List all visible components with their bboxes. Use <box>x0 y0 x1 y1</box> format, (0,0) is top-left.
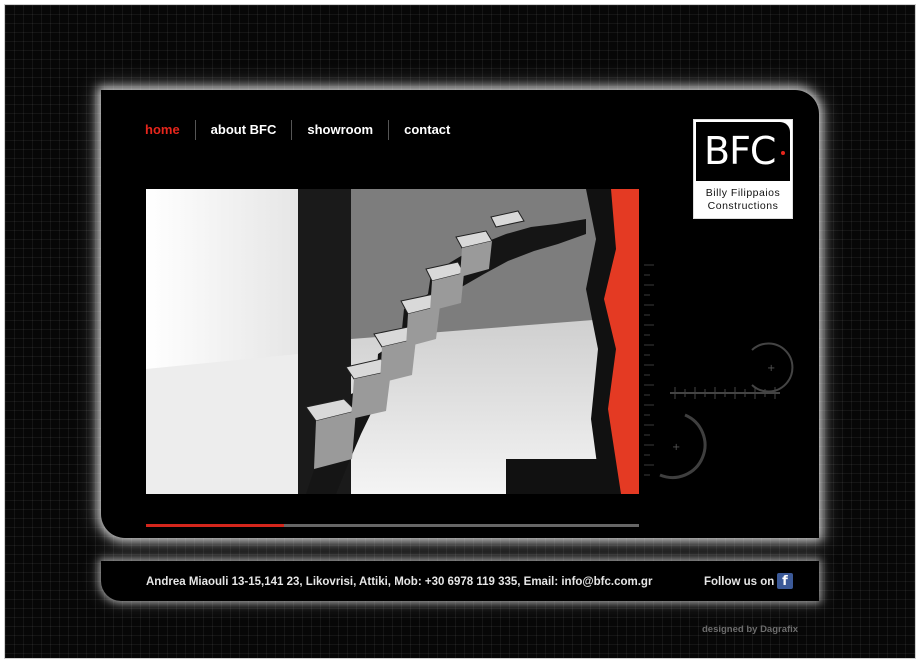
logo-mark-box: BFC <box>696 122 790 181</box>
logo-tagline: Billy Filippaios Constructions <box>694 187 792 213</box>
main-nav: home about BFC showroom contact <box>145 119 465 141</box>
facebook-icon[interactable]: f <box>777 573 793 589</box>
logo-tagline-line2: Constructions <box>707 200 779 212</box>
footer-address: Andrea Miaouli 13-15,141 23, Likovrisi, … <box>146 576 653 588</box>
follow-us-label: Follow us on <box>704 576 775 588</box>
logo-tagline-line1: Billy Filippaios <box>705 187 781 199</box>
logo-mark: BFC <box>704 129 776 173</box>
nav-home[interactable]: home <box>145 120 195 140</box>
slideshow-image[interactable] <box>146 189 639 494</box>
designer-credit[interactable]: designed by Dagrafix <box>702 624 798 635</box>
slideshow-progress <box>146 524 639 527</box>
svg-text:+: + <box>672 442 680 453</box>
nav-contact[interactable]: contact <box>388 120 465 140</box>
nav-showroom[interactable]: showroom <box>291 120 388 140</box>
bfc-logo[interactable]: BFC Billy Filippaios Constructions <box>693 119 793 219</box>
svg-text:+: + <box>767 363 775 374</box>
staircase-photo <box>146 189 639 494</box>
logo-red-dot <box>781 151 785 155</box>
slideshow-progress-fill <box>146 524 285 527</box>
decorative-dials: + + <box>640 255 815 495</box>
nav-about[interactable]: about BFC <box>194 120 292 140</box>
